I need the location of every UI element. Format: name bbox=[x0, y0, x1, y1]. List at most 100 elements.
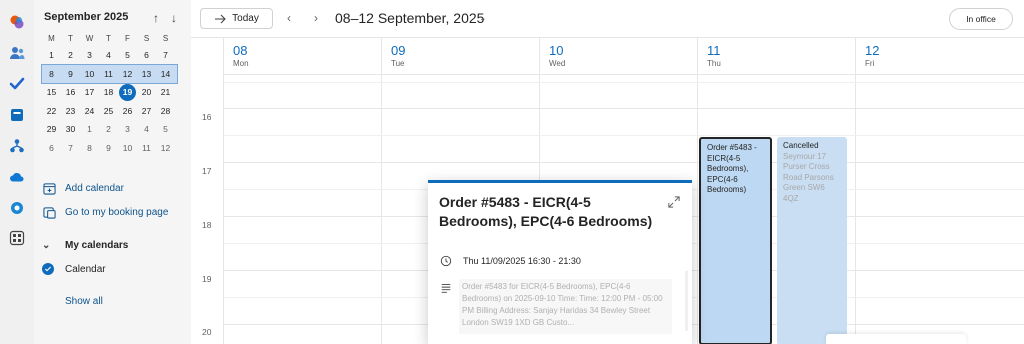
mini-calendar-day[interactable]: 18 bbox=[99, 83, 118, 102]
mini-calendar-day[interactable]: 25 bbox=[99, 102, 118, 121]
mini-calendar-day[interactable]: 27 bbox=[137, 102, 156, 121]
day-header-tue[interactable]: 09 Tue bbox=[381, 38, 539, 74]
popup-title: Order #5483 - EICR(4-5 Bedrooms), EPC(4-… bbox=[439, 194, 653, 229]
mini-calendar-week: 22 23 24 25 26 27 28 bbox=[42, 102, 177, 121]
mini-calendar-day[interactable]: 7 bbox=[61, 139, 80, 158]
notification-edge bbox=[826, 334, 966, 344]
mini-calendar-day[interactable]: 7 bbox=[156, 46, 175, 65]
mini-calendar-day[interactable]: 9 bbox=[61, 65, 80, 84]
hour-line bbox=[224, 82, 1024, 83]
mini-calendar-day[interactable]: 9 bbox=[99, 139, 118, 158]
apps-logo-icon[interactable] bbox=[9, 200, 25, 216]
mini-calendar-day[interactable]: 13 bbox=[137, 65, 156, 84]
popup-description: Order #5483 for EICR(4-5 Bedrooms), EPC(… bbox=[459, 279, 672, 334]
weekday-label: F bbox=[125, 34, 130, 43]
mini-calendar-day[interactable]: 11 bbox=[99, 65, 118, 84]
day-header-thu[interactable]: 11 Thu bbox=[697, 38, 855, 74]
mini-calendar-day[interactable]: 17 bbox=[80, 83, 99, 102]
hour-label: 20 bbox=[202, 327, 212, 337]
mini-calendar-day[interactable]: 3 bbox=[80, 46, 99, 65]
onedrive-icon[interactable] bbox=[9, 169, 25, 185]
mini-calendar-day[interactable]: 8 bbox=[42, 65, 61, 84]
org-icon[interactable] bbox=[9, 138, 25, 154]
day-header-wed[interactable]: 10 Wed bbox=[539, 38, 697, 74]
more-apps-icon[interactable] bbox=[9, 230, 25, 246]
mini-calendar-day[interactable]: 5 bbox=[156, 120, 175, 139]
mini-calendar-day[interactable]: 16 bbox=[61, 83, 80, 102]
mini-calendar-day[interactable]: 4 bbox=[137, 120, 156, 139]
mini-calendar-day[interactable]: 28 bbox=[156, 102, 175, 121]
mini-calendar-day[interactable]: 29 bbox=[42, 120, 61, 139]
my-calendars-toggle[interactable]: ⌄ My calendars bbox=[42, 238, 128, 252]
day-divider bbox=[697, 38, 698, 344]
mini-calendar-day[interactable]: 26 bbox=[118, 102, 137, 121]
mini-calendar-prev-icon[interactable]: ↑ bbox=[150, 11, 162, 25]
calendar-item[interactable]: Calendar bbox=[42, 262, 106, 276]
today-button[interactable]: Today bbox=[200, 8, 273, 29]
mini-calendar-day[interactable]: 8 bbox=[80, 139, 99, 158]
app-rail bbox=[0, 0, 34, 344]
popup-scrollbar[interactable] bbox=[685, 271, 688, 331]
mini-calendar-day[interactable]: 2 bbox=[99, 120, 118, 139]
popup-time-row: Thu 11/09/2025 16:30 - 21:30 bbox=[439, 254, 581, 268]
mini-calendar-day[interactable]: 15 bbox=[42, 83, 61, 102]
add-calendar-label: Add calendar bbox=[65, 182, 124, 194]
mini-calendar-day[interactable]: 14 bbox=[156, 65, 175, 84]
date-range-title[interactable]: 08–12 September, 2025 bbox=[335, 10, 484, 26]
day-header-mon[interactable]: 08 Mon bbox=[223, 38, 381, 74]
mini-calendar-header: September 2025 ↑ ↓ bbox=[44, 11, 184, 27]
mini-calendar-day[interactable]: 24 bbox=[80, 102, 99, 121]
today-label: Today bbox=[232, 13, 259, 24]
popup-time: Thu 11/09/2025 16:30 - 21:30 bbox=[463, 256, 581, 266]
mini-calendar-day[interactable]: 12 bbox=[156, 139, 175, 158]
weekday-label: S bbox=[162, 34, 169, 43]
mini-calendar-day[interactable]: 6 bbox=[42, 139, 61, 158]
mini-calendar-week: 8 9 10 11 12 13 14 bbox=[41, 63, 178, 84]
event-title: Order #5483 - EICR(4-5 Bedrooms), EPC(4-… bbox=[707, 143, 757, 194]
toolbar: Today ‹ › 08–12 September, 2025 ⌄ In off… bbox=[191, 0, 1024, 37]
mini-calendar-next-icon[interactable]: ↓ bbox=[168, 11, 180, 25]
mini-calendar-day[interactable]: 4 bbox=[99, 46, 118, 65]
mini-calendar-day[interactable]: 3 bbox=[118, 120, 137, 139]
previous-week-icon[interactable]: ‹ bbox=[282, 11, 296, 25]
mini-calendar-day[interactable]: 1 bbox=[42, 46, 61, 65]
header-divider bbox=[224, 74, 1024, 75]
in-office-button[interactable]: In office bbox=[949, 8, 1013, 30]
people-icon[interactable] bbox=[9, 45, 25, 61]
booking-page-link[interactable]: Go to my booking page bbox=[42, 204, 168, 220]
mini-calendar-day[interactable]: 5 bbox=[118, 46, 137, 65]
mini-calendar-day[interactable]: 1 bbox=[80, 120, 99, 139]
next-week-icon[interactable]: › bbox=[309, 11, 323, 25]
mini-calendar-day[interactable]: 11 bbox=[137, 139, 156, 158]
mini-calendar-day[interactable]: 19 bbox=[118, 83, 137, 102]
bookings-icon[interactable] bbox=[9, 107, 25, 123]
copilot-icon[interactable] bbox=[9, 14, 25, 30]
day-name: Fri bbox=[865, 59, 875, 68]
mini-calendar-day[interactable]: 12 bbox=[118, 65, 137, 84]
mini-calendar-week: 6 7 8 9 10 11 12 bbox=[42, 139, 177, 158]
mini-calendar-day[interactable]: 30 bbox=[61, 120, 80, 139]
mini-calendar-day[interactable]: 23 bbox=[61, 102, 80, 121]
mini-calendar-day[interactable]: 2 bbox=[61, 46, 80, 65]
weekday-label: T bbox=[106, 34, 111, 43]
mini-calendar-week: 1234567 bbox=[42, 46, 177, 65]
mini-calendar-day[interactable]: 10 bbox=[80, 65, 99, 84]
day-number: 10 bbox=[549, 43, 564, 58]
day-number: 09 bbox=[391, 43, 406, 58]
mini-calendar-day[interactable]: 22 bbox=[42, 102, 61, 121]
calendar-add-icon bbox=[42, 181, 56, 195]
day-number: 08 bbox=[233, 43, 248, 58]
mini-calendar-day[interactable]: 10 bbox=[118, 139, 137, 158]
chevron-down-icon[interactable]: ⌄ bbox=[479, 13, 487, 24]
show-all-link[interactable]: Show all bbox=[65, 296, 103, 307]
event-title: Cancelled bbox=[783, 141, 819, 150]
mini-calendar-day[interactable]: 21 bbox=[156, 83, 175, 102]
event-order-5483[interactable]: Order #5483 - EICR(4-5 Bedrooms), EPC(4-… bbox=[699, 137, 772, 344]
add-calendar-link[interactable]: Add calendar bbox=[42, 180, 124, 196]
mini-calendar-day[interactable]: 6 bbox=[137, 46, 156, 65]
day-header-fri[interactable]: 12 Fri bbox=[855, 38, 1024, 74]
expand-icon[interactable] bbox=[668, 195, 682, 209]
mini-calendar-day[interactable]: 20 bbox=[137, 83, 156, 102]
event-cancelled[interactable]: Cancelled Seymour 17 Purser Cross Road P… bbox=[777, 137, 847, 344]
todo-icon[interactable] bbox=[9, 76, 25, 92]
